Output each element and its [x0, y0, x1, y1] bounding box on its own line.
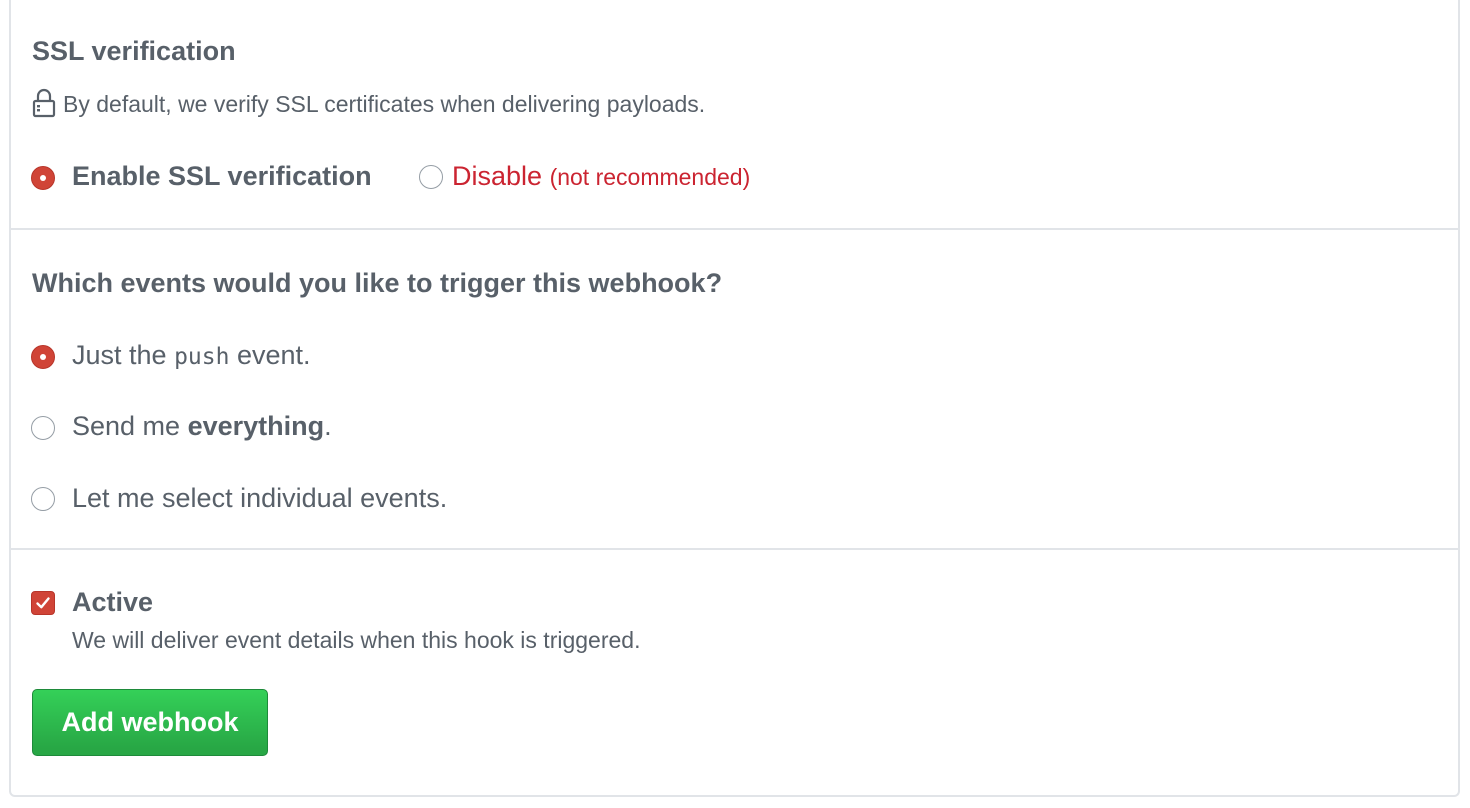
events-push-radio[interactable] — [31, 345, 55, 369]
events-heading: Which events would you like to trigger t… — [32, 268, 723, 298]
ssl-heading: SSL verification — [32, 36, 236, 66]
ssl-enable-radio[interactable] — [31, 166, 55, 190]
events-individual-label[interactable]: Let me select individual events. — [72, 483, 447, 514]
add-webhook-button[interactable]: Add webhook — [32, 689, 268, 756]
ssl-enable-label[interactable]: Enable SSL verification — [72, 161, 372, 192]
active-checkbox[interactable] — [31, 591, 55, 615]
ssl-disable-label: Disable — [452, 161, 543, 191]
ssl-note: By default, we verify SSL certificates w… — [63, 91, 706, 117]
events-everything-prefix: Send me — [72, 411, 181, 441]
section-divider — [11, 548, 1458, 550]
ssl-disable-radio[interactable] — [419, 165, 443, 189]
events-push-code: push — [174, 344, 230, 370]
webhook-form-panel: SSL verification By default, we verify S… — [9, 0, 1460, 797]
events-everything-label[interactable]: Send me everything. — [72, 411, 332, 442]
active-label[interactable]: Active — [72, 587, 153, 618]
events-everything-suffix: . — [324, 411, 332, 441]
events-everything-radio[interactable] — [31, 416, 55, 440]
lock-icon — [32, 88, 56, 118]
section-divider — [11, 228, 1458, 230]
events-push-suffix: event. — [236, 340, 311, 370]
events-everything-bold: everything — [187, 411, 325, 441]
checkmark-icon — [36, 597, 50, 609]
active-description: We will deliver event details when this … — [72, 627, 641, 653]
events-push-prefix: Just the — [72, 340, 167, 370]
ssl-disable-option[interactable]: Disable (not recommended) — [452, 161, 750, 192]
events-individual-radio[interactable] — [31, 487, 55, 511]
ssl-disable-note: (not recommended) — [549, 164, 751, 190]
events-push-label[interactable]: Just the push event. — [72, 340, 311, 371]
